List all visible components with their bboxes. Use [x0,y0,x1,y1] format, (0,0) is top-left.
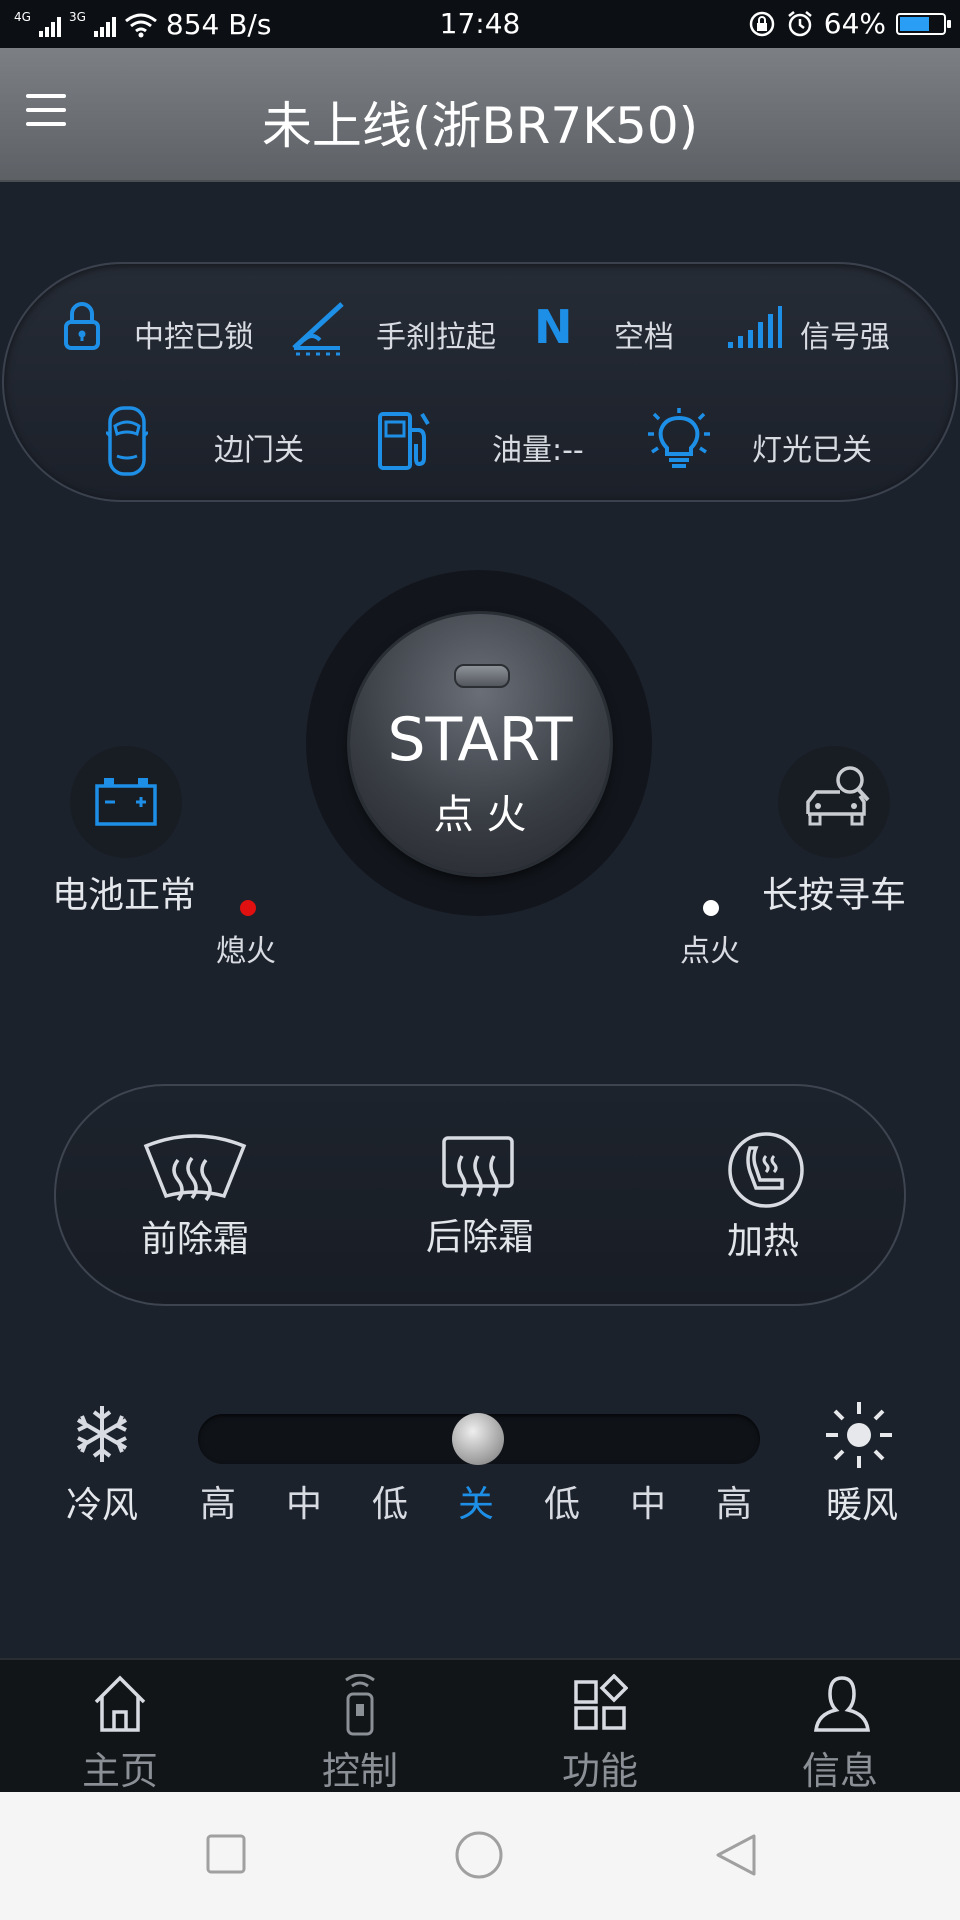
remote-icon [345,1674,375,1736]
tab-info[interactable]: 信息 [720,1660,960,1794]
battery-status-button[interactable] [70,746,182,858]
status-bar: 4G 3G 854 B/s 17:48 64% [0,0,960,48]
car-search-icon [806,766,870,826]
tab-home[interactable]: 主页 [0,1660,240,1794]
recent-apps-icon[interactable] [206,1834,246,1874]
warm-air-label: 暖风 [826,1485,899,1526]
light-status: 灯光已关 [752,433,872,468]
title-bar: 未上线(浙BR7K50) [0,48,960,182]
fan-level-label[interactable]: 高 [704,1475,764,1527]
rear-defrost-icon [442,1136,514,1197]
car-battery-icon [95,778,157,826]
engine-on-indicator [703,900,719,916]
fuel-icon [378,412,430,470]
lock-icon [64,302,100,350]
seat-heating-button[interactable] [726,1130,806,1210]
battery-icon [896,12,951,35]
alarm-icon [787,10,812,36]
battery-percent: 64% [823,7,886,40]
sun-icon [826,1402,892,1468]
tab-home-label: 主页 [81,1749,158,1793]
fan-level-label[interactable]: 低 [532,1475,592,1527]
status-right: 64% [748,7,951,40]
light-bulb-icon [648,408,710,468]
car-door-icon [106,406,148,476]
fan-level-label[interactable]: 中 [618,1475,678,1527]
rear-defrost-label: 后除霜 [425,1217,534,1258]
start-button-sublabel: 点 火 [433,792,527,838]
start-button-slot [454,664,510,688]
front-defrost-icon [143,1134,247,1202]
fan-level-label-selected[interactable]: 关 [446,1475,506,1527]
engine-on-label: 点火 [680,934,740,969]
home-icon [94,1675,146,1732]
signal-status: 信号强 [800,320,890,355]
seat-heating-icon [728,1132,804,1208]
tab-functions-label: 功能 [561,1749,638,1793]
page-title: 未上线(浙BR7K50) [261,97,699,155]
back-icon[interactable] [714,1832,760,1878]
handbrake-status: 手刹拉起 [376,320,496,355]
handbrake-icon [292,302,344,356]
front-defrost-label: 前除霜 [140,1219,249,1260]
snowflake-icon [76,1406,128,1462]
fan-level-label[interactable]: 高 [188,1475,248,1527]
battery-status-label: 电池正常 [52,875,197,916]
system-nav-bar [0,1792,960,1920]
seat-heating-label: 加热 [726,1221,799,1262]
tab-info-label: 信息 [801,1749,878,1793]
user-icon [814,1676,870,1732]
front-defrost-button[interactable] [140,1130,250,1210]
find-car-label: 长按寻车 [762,875,907,916]
gear-status: 空档 [614,320,674,355]
find-car-button[interactable] [778,746,890,858]
engine-off-label: 熄火 [216,934,276,969]
cold-air-label: 冷风 [66,1485,139,1526]
bottom-tab-bar: 主页 控制 功能 信息 [0,1658,960,1794]
grid-icon [574,1674,628,1730]
signal-strength-icon [728,306,782,348]
lock-status: 中控已锁 [134,320,254,355]
fuel-status: 油量:-- [492,433,584,468]
fan-level-label[interactable]: 中 [274,1475,334,1527]
home-nav-icon[interactable] [454,1830,504,1880]
tab-control[interactable]: 控制 [240,1660,480,1794]
gear-icon: N [534,300,573,354]
tab-functions[interactable]: 功能 [480,1660,720,1794]
door-status: 边门关 [214,433,304,468]
rear-defrost-button[interactable] [440,1134,516,1210]
engine-off-indicator [240,900,256,916]
start-button-label: START [387,705,573,775]
fan-level-label[interactable]: 低 [360,1475,420,1527]
tab-control-label: 控制 [321,1749,398,1793]
rotation-lock-icon [749,11,775,36]
fan-speed-knob[interactable] [452,1413,504,1465]
